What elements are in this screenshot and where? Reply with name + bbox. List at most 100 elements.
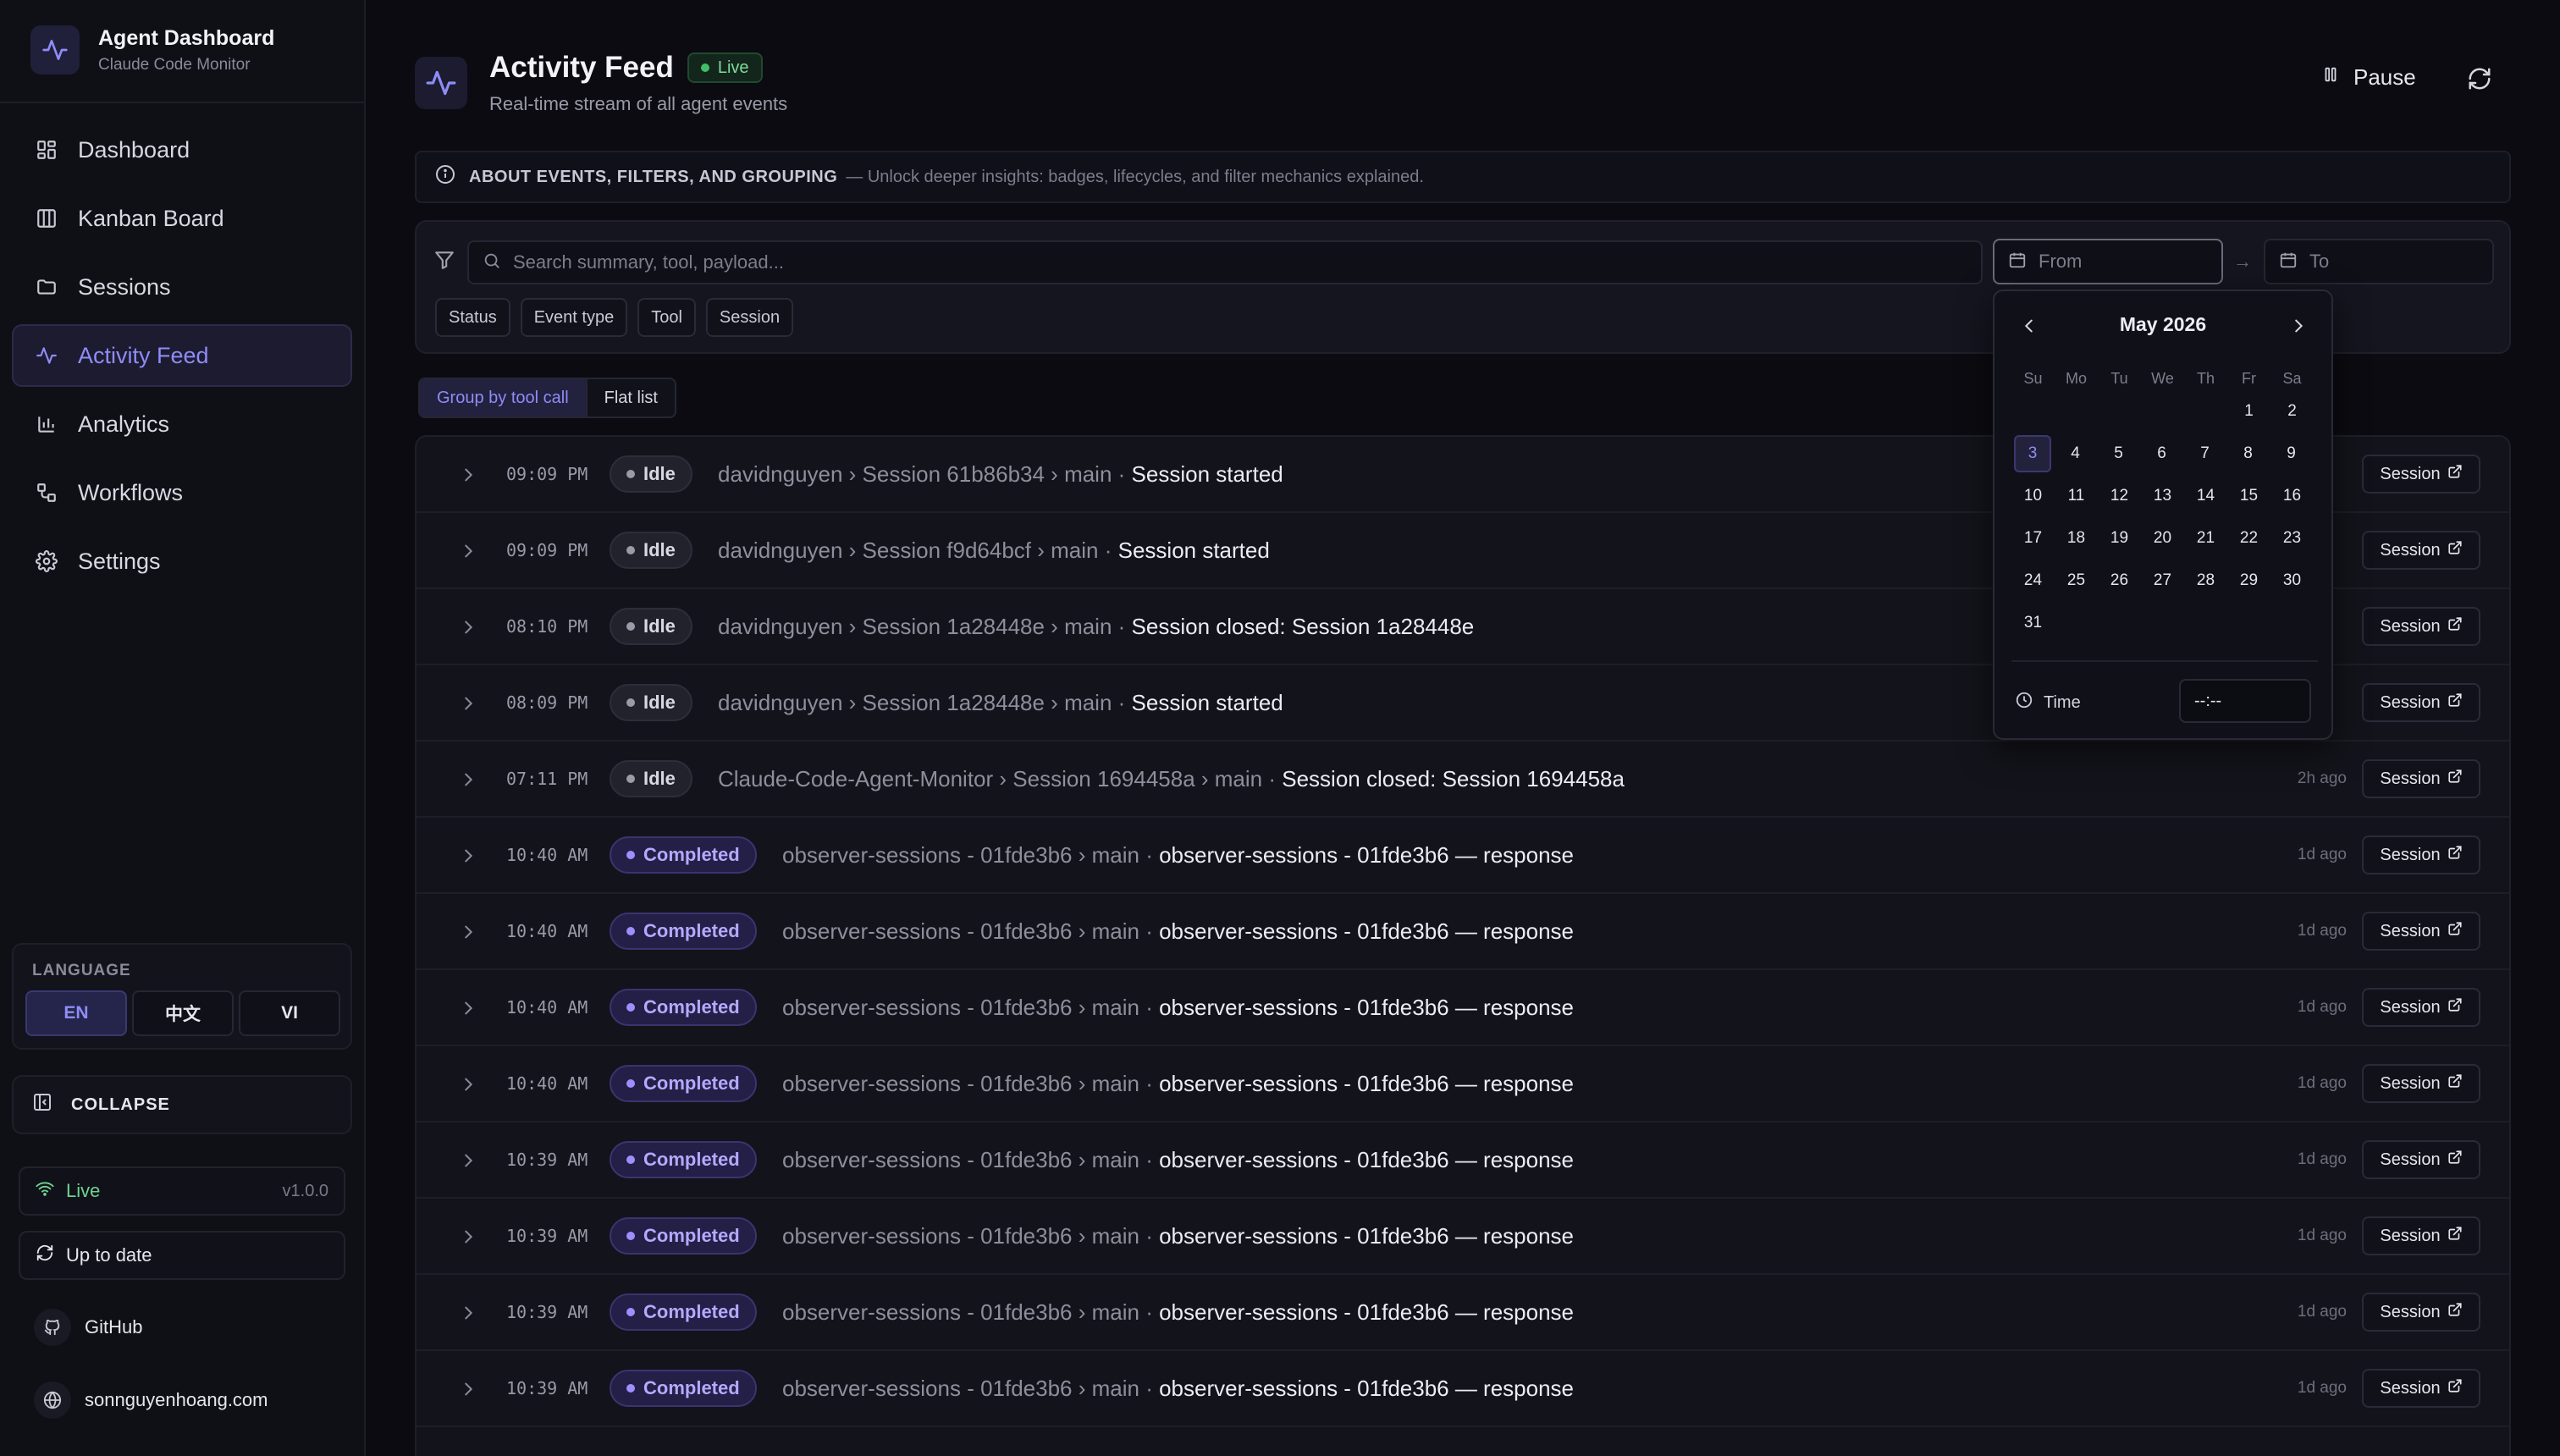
chevron-right-icon[interactable] bbox=[459, 1227, 477, 1250]
chevron-right-icon[interactable] bbox=[459, 1075, 477, 1098]
about-events-banner[interactable]: ABOUT EVENTS, FILTERS, AND GROUPING — Un… bbox=[415, 151, 2511, 203]
chevron-right-icon[interactable] bbox=[459, 1380, 477, 1403]
calendar-day[interactable]: 6 bbox=[2140, 435, 2183, 477]
sidebar-item-analytics[interactable]: Analytics bbox=[12, 393, 352, 455]
calendar-day[interactable]: 23 bbox=[2270, 520, 2314, 562]
calendar-day[interactable]: 15 bbox=[2227, 477, 2270, 520]
event-row[interactable]: 10:39 AM Completed observer-sessions - 01f… bbox=[417, 1199, 2509, 1275]
calendar-day[interactable]: 1 bbox=[2227, 393, 2270, 435]
calendar-day[interactable]: 11 bbox=[2055, 477, 2098, 520]
event-type-filter-chip[interactable]: Event type bbox=[520, 298, 628, 337]
calendar-day[interactable]: 25 bbox=[2055, 562, 2098, 604]
calendar-day[interactable]: 22 bbox=[2227, 520, 2270, 562]
sidebar-item-settings[interactable]: Settings bbox=[12, 530, 352, 593]
calendar-day[interactable]: 9 bbox=[2270, 435, 2313, 477]
open-session-button[interactable]: Session bbox=[2362, 988, 2480, 1027]
chevron-right-icon[interactable] bbox=[459, 542, 477, 565]
event-path: Claude-Code-Agent-Monitor › Session 1694… bbox=[718, 766, 1625, 792]
open-session-button[interactable]: Session bbox=[2362, 836, 2480, 874]
chevron-right-icon[interactable] bbox=[459, 1151, 477, 1174]
brand[interactable]: Agent Dashboard Claude Code Monitor bbox=[30, 25, 274, 74]
calendar-day[interactable]: 29 bbox=[2227, 562, 2270, 604]
open-session-button[interactable]: Session bbox=[2362, 531, 2480, 570]
open-session-button[interactable]: Session bbox=[2362, 759, 2480, 798]
event-row[interactable]: 10:40 AM Completed observer-sessions - 01f… bbox=[417, 818, 2509, 894]
time-input[interactable]: --:-- bbox=[2179, 679, 2311, 723]
chevron-right-icon[interactable] bbox=[459, 618, 477, 641]
chevron-right-icon[interactable] bbox=[459, 770, 477, 793]
event-row[interactable]: 10:39 AM Completed observer-sessions - 01f… bbox=[417, 1275, 2509, 1351]
calendar-day[interactable]: 4 bbox=[2054, 435, 2097, 477]
event-row[interactable]: 10:40 AM Completed observer-sessions - 01f… bbox=[417, 970, 2509, 1046]
sidebar-item-workflows[interactable]: Workflows bbox=[12, 461, 352, 524]
sidebar-item-sessions[interactable]: Sessions bbox=[12, 256, 352, 318]
sidebar-item-kanban[interactable]: Kanban Board bbox=[12, 187, 352, 250]
calendar-day[interactable]: 27 bbox=[2141, 562, 2184, 604]
chevron-right-icon[interactable] bbox=[2289, 317, 2308, 339]
sidebar-item-dashboard[interactable]: Dashboard bbox=[12, 119, 352, 181]
calendar-day[interactable]: 21 bbox=[2184, 520, 2227, 562]
calendar-day[interactable]: 16 bbox=[2270, 477, 2314, 520]
calendar-day[interactable]: 5 bbox=[2097, 435, 2140, 477]
chevron-right-icon[interactable] bbox=[459, 999, 477, 1022]
calendar-day[interactable]: 26 bbox=[2098, 562, 2141, 604]
open-session-button[interactable]: Session bbox=[2362, 1216, 2480, 1255]
calendar-day[interactable]: 18 bbox=[2055, 520, 2098, 562]
chevron-left-icon[interactable] bbox=[2020, 317, 2039, 339]
calendar-day[interactable]: 10 bbox=[2011, 477, 2055, 520]
event-row[interactable]: 10:40 AM Completed observer-sessions - 01f… bbox=[417, 894, 2509, 970]
update-status-button[interactable]: Up to date bbox=[19, 1231, 345, 1280]
event-row[interactable]: 10:39 AM Completed observer-sessions - 01f… bbox=[417, 1351, 2509, 1427]
chevron-right-icon[interactable] bbox=[459, 923, 477, 946]
calendar-day[interactable]: 8 bbox=[2226, 435, 2270, 477]
calendar-day[interactable]: 31 bbox=[2011, 604, 2055, 647]
collapse-button[interactable]: COLLAPSE bbox=[12, 1075, 352, 1134]
event-path: observer-sessions - 01fde3b6 › main · ob… bbox=[782, 1223, 1574, 1249]
open-session-button[interactable]: Session bbox=[2362, 1140, 2480, 1179]
calendar-day[interactable]: 3 bbox=[2014, 435, 2051, 472]
search-input[interactable] bbox=[513, 251, 1981, 273]
event-row[interactable]: 07:11 PM Idle Claude-Code-Agent-Monitor › … bbox=[417, 742, 2509, 818]
refresh-button[interactable] bbox=[2467, 66, 2492, 96]
calendar-day[interactable]: 13 bbox=[2141, 477, 2184, 520]
chevron-right-icon[interactable] bbox=[459, 1304, 477, 1326]
calendar-day[interactable]: 17 bbox=[2011, 520, 2055, 562]
sidebar-item-activity-feed[interactable]: Activity Feed bbox=[12, 324, 352, 387]
chevron-right-icon[interactable] bbox=[459, 466, 477, 488]
tool-filter-chip[interactable]: Tool bbox=[637, 298, 696, 337]
workflow-icon bbox=[34, 480, 59, 505]
calendar-day[interactable]: 19 bbox=[2098, 520, 2141, 562]
event-row[interactable]: 10:40 AM Completed observer-sessions - 01f… bbox=[417, 1046, 2509, 1122]
session-filter-chip[interactable]: Session bbox=[705, 298, 794, 337]
language-en-button[interactable]: EN bbox=[25, 990, 127, 1036]
calendar-day[interactable]: 12 bbox=[2098, 477, 2141, 520]
calendar-day[interactable]: 30 bbox=[2270, 562, 2314, 604]
chevron-right-icon[interactable] bbox=[459, 847, 477, 869]
calendar-day[interactable]: 14 bbox=[2184, 477, 2227, 520]
pause-button[interactable]: Pause bbox=[2321, 64, 2416, 91]
event-row[interactable]: 10:39 AM Completed observer-sessions - 01f… bbox=[417, 1122, 2509, 1199]
chevron-right-icon[interactable] bbox=[459, 694, 477, 717]
calendar-day[interactable]: 28 bbox=[2184, 562, 2227, 604]
calendar-day[interactable]: 20 bbox=[2141, 520, 2184, 562]
language-vi-button[interactable]: VI bbox=[239, 990, 340, 1036]
open-session-button[interactable]: Session bbox=[2362, 1064, 2480, 1103]
open-session-button[interactable]: Session bbox=[2362, 1293, 2480, 1332]
open-session-button[interactable]: Session bbox=[2362, 1369, 2480, 1408]
calendar-day[interactable]: 2 bbox=[2270, 393, 2314, 435]
event-summary: observer-sessions - 01fde3b6 — response bbox=[1159, 918, 1575, 944]
status-filter-chip[interactable]: Status bbox=[435, 298, 510, 337]
status-badge-label: Idle bbox=[643, 768, 676, 789]
flat-list-toggle[interactable]: Flat list bbox=[588, 379, 675, 416]
group-by-tool-call-toggle[interactable]: Group by tool call bbox=[420, 379, 588, 416]
date-to-input[interactable] bbox=[2309, 251, 2553, 273]
github-link[interactable]: GitHub bbox=[34, 1309, 142, 1346]
open-session-button[interactable]: Session bbox=[2362, 912, 2480, 951]
calendar-day[interactable]: 7 bbox=[2183, 435, 2226, 477]
open-session-button[interactable]: Session bbox=[2362, 455, 2480, 494]
open-session-button[interactable]: Session bbox=[2362, 607, 2480, 646]
calendar-day[interactable]: 24 bbox=[2011, 562, 2055, 604]
open-session-button[interactable]: Session bbox=[2362, 683, 2480, 722]
language-zh-button[interactable]: 中文 bbox=[132, 990, 234, 1036]
website-link[interactable]: sonnguyenhoang.com bbox=[34, 1382, 268, 1419]
